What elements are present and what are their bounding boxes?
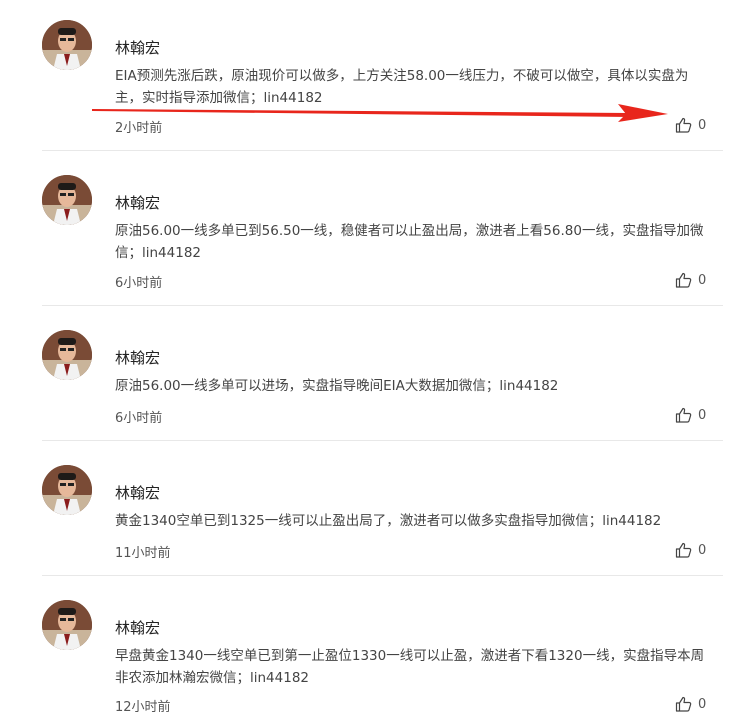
comment-item: 林翰宏 黄金1340空单已到1325一线可以止盈出局了，激进者可以做多实盘指导加… xyxy=(42,465,723,576)
comment-text-line: 原油56.00一线多单已到56.50一线，稳健者可以止盈出局，激进者上看56.8… xyxy=(115,223,704,239)
comment-text: 黄金1340空单已到1325一线可以止盈出局了，激进者可以做多实盘指导加微信；l… xyxy=(115,510,725,532)
thumbs-up-icon xyxy=(675,117,692,133)
comment-time: 6小时前 xyxy=(115,411,163,426)
comment-time: 11小时前 xyxy=(115,546,171,561)
thumbs-up-icon xyxy=(675,272,692,288)
like-button[interactable]: 0 xyxy=(675,696,706,712)
divider xyxy=(42,150,723,151)
avatar[interactable] xyxy=(42,465,92,515)
comment-text-line: 早盘黄金1340一线空单已到第一止盈位1330一线可以止盈，激进者下看1320一… xyxy=(115,648,705,664)
comment-author[interactable]: 林翰宏 xyxy=(115,482,160,503)
like-count: 0 xyxy=(698,117,707,133)
like-count: 0 xyxy=(698,696,707,712)
comment-time: 6小时前 xyxy=(115,276,163,291)
like-count: 0 xyxy=(698,542,707,558)
thumbs-up-icon xyxy=(675,407,692,423)
like-button[interactable]: 0 xyxy=(675,407,706,423)
like-button[interactable]: 0 xyxy=(675,542,706,558)
comment-author[interactable]: 林翰宏 xyxy=(115,192,160,213)
avatar[interactable] xyxy=(42,20,92,70)
comment-text-line: 原油56.00一线多单可以进场，实盘指导晚间EIA大数据加微信；lin44182 xyxy=(115,378,559,394)
comment-item: 林翰宏 EIA预测先涨后跌，原油现价可以做多，上方关注58.00一线压力，不破可… xyxy=(42,20,723,151)
like-count: 0 xyxy=(698,407,707,423)
divider xyxy=(42,305,723,306)
comment-text: 原油56.00一线多单已到56.50一线，稳健者可以止盈出局，激进者上看56.8… xyxy=(115,220,725,264)
comment-item: 林翰宏 原油56.00一线多单已到56.50一线，稳健者可以止盈出局，激进者上看… xyxy=(42,175,723,306)
like-button[interactable]: 0 xyxy=(675,272,706,288)
avatar[interactable] xyxy=(42,600,92,650)
comment-item: 林翰宏 原油56.00一线多单可以进场，实盘指导晚间EIA大数据加微信；lin4… xyxy=(42,330,723,441)
comment-author[interactable]: 林翰宏 xyxy=(115,347,160,368)
thumbs-up-icon xyxy=(675,696,692,712)
avatar[interactable] xyxy=(42,330,92,380)
thumbs-up-icon xyxy=(675,542,692,558)
like-count: 0 xyxy=(698,272,707,288)
comment-text-line: EIA预测先涨后跌，原油现价可以做多，上方关注58.00一线压力，不破可以做空，… xyxy=(115,68,689,84)
comment-text-line: 非农添加林瀚宏微信；lin44182 xyxy=(115,670,310,686)
comment-text-line: 黄金1340空单已到1325一线可以止盈出局了，激进者可以做多实盘指导加微信；l… xyxy=(115,513,662,529)
like-button[interactable]: 0 xyxy=(675,117,706,133)
avatar[interactable] xyxy=(42,175,92,225)
comment-text-line: 信；lin44182 xyxy=(115,245,202,261)
comment-author[interactable]: 林翰宏 xyxy=(115,37,160,58)
comment-item: 林翰宏 早盘黄金1340一线空单已到第一止盈位1330一线可以止盈，激进者下看1… xyxy=(42,600,723,724)
comment-text: 原油56.00一线多单可以进场，实盘指导晚间EIA大数据加微信；lin44182 xyxy=(115,375,725,397)
red-arrow-annotation xyxy=(92,104,668,122)
comment-author[interactable]: 林翰宏 xyxy=(115,617,160,638)
divider xyxy=(42,440,723,441)
comment-text: 早盘黄金1340一线空单已到第一止盈位1330一线可以止盈，激进者下看1320一… xyxy=(115,645,725,689)
divider xyxy=(42,575,723,576)
comment-time: 12小时前 xyxy=(115,700,171,715)
